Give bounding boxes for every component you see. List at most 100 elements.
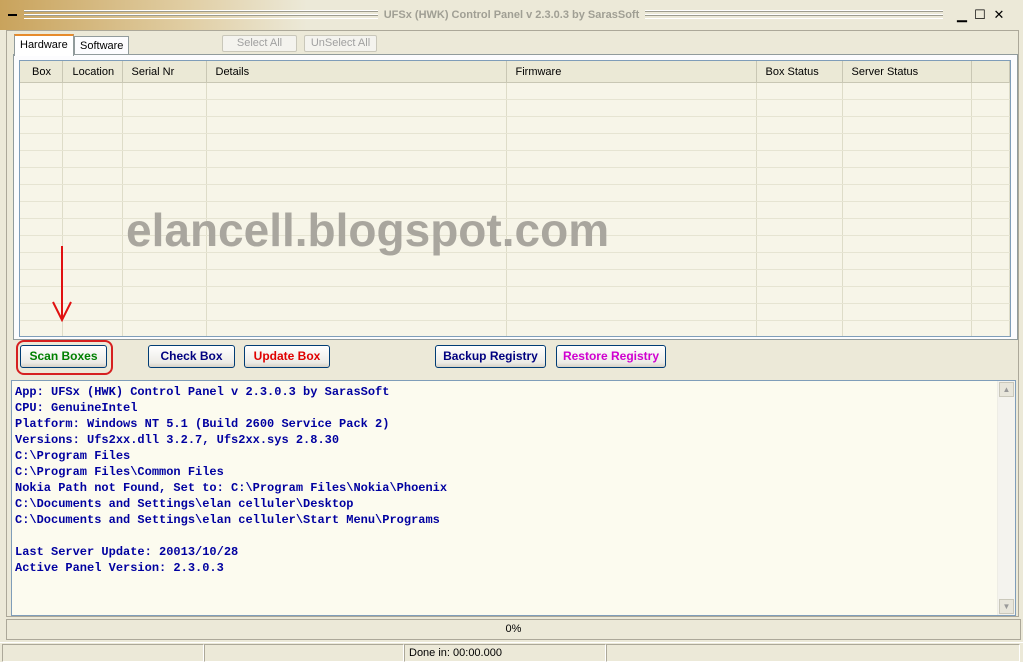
- log-output[interactable]: App: UFSx (HWK) Control Panel v 2.3.0.3 …: [11, 380, 1016, 616]
- select-all-button[interactable]: Select All: [222, 35, 297, 52]
- grid-header-row: Box Location Serial Nr Details Firmware …: [20, 61, 1010, 83]
- empty-grid-cell: [122, 82, 207, 100]
- scan-boxes-button[interactable]: Scan Boxes: [20, 345, 107, 368]
- empty-grid-cell: [20, 116, 63, 134]
- minimize-icon[interactable]: ▁: [955, 8, 969, 22]
- empty-grid-cell: [842, 201, 972, 219]
- empty-grid-cell: [971, 167, 1010, 185]
- empty-grid-cell: [756, 201, 843, 219]
- empty-grid-cell: [971, 82, 1010, 100]
- empty-grid-cell: [20, 218, 63, 236]
- empty-grid-cell: [506, 320, 757, 336]
- empty-grid-cell: [20, 320, 63, 336]
- empty-grid-cell: [756, 269, 843, 287]
- empty-grid-cell: [971, 184, 1010, 202]
- empty-grid-cell: [842, 218, 972, 236]
- empty-grid-cell: [122, 184, 207, 202]
- empty-grid-cell: [842, 235, 972, 253]
- column-header-serial-nr[interactable]: Serial Nr: [122, 61, 207, 83]
- empty-grid-cell: [122, 99, 207, 117]
- empty-grid-cell: [20, 167, 63, 185]
- column-header-box-status[interactable]: Box Status: [756, 61, 843, 83]
- check-box-button[interactable]: Check Box: [148, 345, 235, 368]
- scroll-up-icon[interactable]: ▲: [999, 382, 1014, 397]
- column-header-firmware[interactable]: Firmware: [506, 61, 757, 83]
- log-scrollbar[interactable]: ▲ ▼: [997, 381, 1015, 615]
- unselect-all-button[interactable]: UnSelect All: [304, 35, 377, 52]
- empty-grid-cell: [506, 184, 757, 202]
- empty-grid-cell: [756, 99, 843, 117]
- empty-grid-cell: [971, 303, 1010, 321]
- empty-grid-cell: [971, 252, 1010, 270]
- empty-grid-row: [20, 150, 1010, 168]
- log-line: App: UFSx (HWK) Control Panel v 2.3.0.3 …: [15, 385, 390, 399]
- empty-grid-cell: [756, 286, 843, 304]
- backup-registry-button[interactable]: Backup Registry: [435, 345, 546, 368]
- column-header-details[interactable]: Details: [206, 61, 507, 83]
- close-icon[interactable]: ✕: [992, 8, 1006, 22]
- empty-grid-row: [20, 133, 1010, 151]
- tab-software[interactable]: Software: [74, 36, 130, 56]
- empty-grid-cell: [122, 116, 207, 134]
- log-line: Active Panel Version: 2.3.0.3: [15, 561, 224, 575]
- empty-grid-cell: [756, 184, 843, 202]
- empty-grid-cell: [756, 82, 843, 100]
- empty-grid-cell: [206, 133, 507, 151]
- empty-grid-cell: [20, 133, 63, 151]
- log-line: Versions: Ufs2xx.dll 3.2.7, Ufs2xx.sys 2…: [15, 433, 340, 447]
- window-title: UFSx (HWK) Control Panel v 2.3.0.3 by Sa…: [0, 9, 1023, 21]
- empty-grid-cell: [122, 320, 207, 336]
- empty-grid-cell: [842, 184, 972, 202]
- scroll-down-icon[interactable]: ▼: [999, 599, 1014, 614]
- tab-hardware[interactable]: Hardware: [14, 34, 74, 56]
- empty-grid-cell: [842, 99, 972, 117]
- empty-grid-cell: [122, 167, 207, 185]
- title-bar[interactable]: UFSx (HWK) Control Panel v 2.3.0.3 by Sa…: [0, 0, 1023, 30]
- column-header-server-status[interactable]: Server Status: [842, 61, 972, 83]
- status-cell-1: [2, 644, 204, 662]
- empty-grid-cell: [62, 167, 123, 185]
- empty-grid-cell: [842, 320, 972, 336]
- empty-grid-cell: [62, 150, 123, 168]
- empty-grid-cell: [206, 303, 507, 321]
- empty-grid-cell: [20, 82, 63, 100]
- empty-grid-cell: [122, 133, 207, 151]
- empty-grid-cell: [122, 150, 207, 168]
- empty-grid-cell: [756, 320, 843, 336]
- blog-watermark: elancell.blogspot.com: [126, 204, 610, 256]
- empty-grid-cell: [971, 201, 1010, 219]
- restore-registry-button[interactable]: Restore Registry: [556, 345, 666, 368]
- empty-grid-row: [20, 320, 1010, 336]
- maximize-icon[interactable]: ☐: [973, 8, 987, 22]
- empty-grid-row: [20, 184, 1010, 202]
- empty-grid-cell: [62, 320, 123, 336]
- empty-grid-cell: [971, 218, 1010, 236]
- empty-grid-cell: [206, 269, 507, 287]
- log-line: Platform: Windows NT 5.1 (Build 2600 Ser…: [15, 417, 390, 431]
- empty-grid-cell: [206, 150, 507, 168]
- empty-grid-cell: [842, 82, 972, 100]
- update-box-button[interactable]: Update Box: [244, 345, 330, 368]
- empty-grid-cell: [20, 99, 63, 117]
- column-header-location[interactable]: Location: [62, 61, 123, 83]
- empty-grid-cell: [206, 82, 507, 100]
- empty-grid-cell: [971, 116, 1010, 134]
- boxes-grid[interactable]: Box Location Serial Nr Details Firmware …: [19, 60, 1011, 337]
- column-header-box[interactable]: Box: [20, 61, 63, 83]
- empty-grid-cell: [20, 201, 63, 219]
- empty-grid-cell: [756, 167, 843, 185]
- empty-grid-cell: [206, 116, 507, 134]
- empty-grid-cell: [842, 150, 972, 168]
- empty-grid-cell: [20, 184, 63, 202]
- empty-grid-cell: [842, 252, 972, 270]
- empty-grid-row: [20, 167, 1010, 185]
- empty-grid-cell: [506, 150, 757, 168]
- empty-grid-cell: [842, 133, 972, 151]
- empty-grid-cell: [971, 286, 1010, 304]
- empty-grid-cell: [842, 269, 972, 287]
- empty-grid-cell: [842, 303, 972, 321]
- empty-grid-cell: [842, 167, 972, 185]
- empty-grid-cell: [506, 269, 757, 287]
- empty-grid-cell: [122, 303, 207, 321]
- empty-grid-cell: [206, 167, 507, 185]
